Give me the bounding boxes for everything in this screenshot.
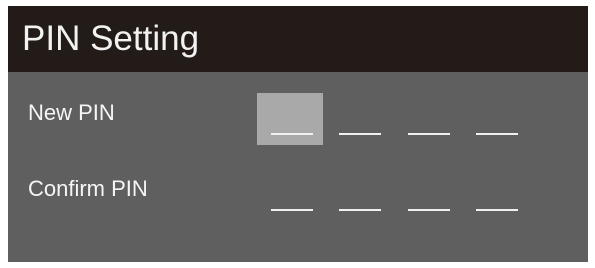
digit-underline — [408, 133, 450, 135]
digit-underline — [408, 209, 450, 211]
digit-underline — [271, 209, 313, 211]
confirm-pin-label: Confirm PIN — [28, 176, 148, 201]
confirm-pin-digit-4[interactable] — [462, 169, 528, 221]
title-bar: PIN Setting — [8, 6, 588, 72]
new-pin-digit-4[interactable] — [462, 93, 528, 145]
pin-setting-dialog: PIN Setting New PIN Confirm PIN — [8, 6, 588, 262]
digit-underline — [271, 133, 313, 135]
digit-underline — [339, 209, 381, 211]
dialog-title: PIN Setting — [22, 19, 200, 58]
confirm-pin-digit-1[interactable] — [257, 169, 323, 221]
new-pin-label: New PIN — [28, 100, 115, 125]
confirm-pin-input-group — [257, 169, 537, 221]
confirm-pin-digit-2[interactable] — [325, 169, 391, 221]
confirm-pin-digit-3[interactable] — [394, 169, 460, 221]
new-pin-input-group — [257, 93, 537, 145]
new-pin-digit-3[interactable] — [394, 93, 460, 145]
digit-underline — [476, 133, 518, 135]
digit-underline — [339, 133, 381, 135]
new-pin-digit-1[interactable] — [257, 93, 323, 145]
digit-underline — [476, 209, 518, 211]
new-pin-digit-2[interactable] — [325, 93, 391, 145]
